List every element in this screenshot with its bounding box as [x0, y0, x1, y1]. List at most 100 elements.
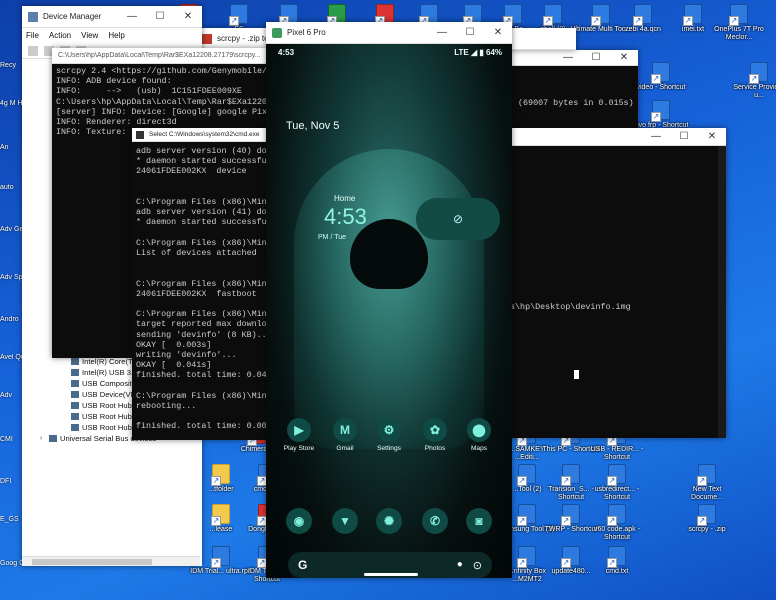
shortcut-icon — [729, 4, 748, 26]
back-icon[interactable] — [28, 45, 38, 56]
play-store-icon: ▶ — [287, 418, 311, 442]
shortcut-label: USB - REDIR... - Shortcut — [590, 446, 644, 461]
close-icon[interactable]: ✕ — [698, 131, 726, 142]
usb-device-icon — [71, 402, 79, 409]
shortcut-icon — [561, 464, 580, 486]
desktop-shortcut[interactable]: video - Shortcut — [630, 62, 692, 92]
minimize-icon[interactable]: — — [118, 11, 146, 22]
phone-mirror-window[interactable]: Pixel 6 Pro — ☐ ✕ 4:53 LTE ◢ ▮ 64% Tue, … — [266, 22, 512, 578]
desktop-edge-label[interactable]: 4g M Ha — [0, 100, 24, 108]
shortcut-icon — [517, 504, 536, 526]
shortcut-label: New Text Docume... — [691, 486, 723, 501]
scrollbar-thumb[interactable] — [32, 559, 152, 565]
shortcut-label: scrcpy - .zip — [688, 526, 726, 533]
maximize-icon[interactable]: ☐ — [670, 131, 698, 142]
app-camera[interactable]: ◙ — [456, 508, 502, 537]
cmd-titlebar[interactable]: Select C:\Windows\system32\cmd.exe — [132, 128, 268, 142]
phone-screen[interactable]: 4:53 LTE ◢ ▮ 64% Tue, Nov 5 Home 4:53 PM… — [266, 44, 512, 578]
menu-file[interactable]: File — [26, 31, 39, 40]
desktop-edge-label[interactable]: Adv Spre — [0, 274, 24, 282]
menu-action[interactable]: Action — [49, 31, 71, 40]
desktop-shortcut[interactable]: vivo frp - Shortcut — [630, 100, 692, 130]
app-gmail[interactable]: M Gmail — [322, 418, 368, 452]
phone-mirror-titlebar[interactable]: Pixel 6 Pro — ☐ ✕ — [266, 22, 512, 44]
shortcut-label: v60 code.apk - Shortcut — [594, 526, 640, 541]
wifi-pill-widget[interactable]: ⊘ — [416, 198, 500, 240]
shortcut-label: video - Shortcut — [636, 84, 686, 91]
maximize-icon[interactable]: ☐ — [146, 11, 174, 22]
app-chatgpt[interactable]: ✺ — [366, 508, 412, 537]
menu-view[interactable]: View — [81, 31, 98, 40]
console-scrollbar[interactable] — [718, 146, 726, 438]
app-brave[interactable]: ▼ — [322, 508, 368, 537]
close-icon[interactable]: ✕ — [174, 11, 202, 22]
horizontal-scrollbar[interactable] — [22, 556, 200, 566]
desktop-edge-label[interactable]: Adv — [0, 392, 24, 400]
close-icon[interactable]: ✕ — [484, 27, 512, 38]
desktop-shortcut[interactable]: New Text Docume... — [676, 464, 738, 502]
app-maps[interactable]: ⬤ Maps — [456, 418, 502, 452]
console-line: finished. total time: 0.001 — [136, 421, 268, 432]
maps-icon: ⬤ — [467, 418, 491, 442]
shortcut-icon — [651, 62, 670, 84]
shortcut-icon — [561, 504, 580, 526]
minimize-icon[interactable]: — — [554, 52, 582, 63]
desktop-edge-label[interactable]: CMI — [0, 436, 24, 444]
date-widget[interactable]: Tue, Nov 5 — [286, 120, 339, 132]
shortcut-icon — [697, 504, 716, 526]
wifi-off-icon: ⊘ — [452, 212, 464, 226]
desktop-edge-label[interactable]: Recy — [0, 62, 24, 70]
desktop-shortcut[interactable]: v60 code.apk - Shortcut — [586, 504, 648, 542]
cmd-output: adb server version (40) doe * daemon star… — [132, 142, 268, 440]
background-console-2[interactable]: — ☐ ✕ s\hp\Desktop\devinfo.img — [508, 128, 726, 438]
app-play-store[interactable]: ▶ Play Store — [276, 418, 322, 452]
settings-icon: ⚙ — [377, 418, 401, 442]
background-console-1-titlebar[interactable]: — ☐ ✕ — [508, 50, 638, 66]
desktop-shortcut[interactable]: Service Provider u... — [728, 62, 776, 100]
console-line: adb server version (41) doe — [136, 207, 268, 218]
mic-icon[interactable]: ● — [457, 559, 463, 572]
desktop-edge-label[interactable]: Goog Chrome — [0, 560, 24, 568]
desktop-edge-label[interactable]: Andro — [0, 316, 24, 324]
device-tree-label: USB Root Hub — [82, 401, 132, 410]
photos-icon: ✿ — [423, 418, 447, 442]
desktop-shortcut[interactable]: scrcpy - .zip — [676, 504, 738, 534]
scrcpy-console-titlebar[interactable]: C:\Users\hp\AppData\Local\Temp\Rar$EXa12… — [52, 48, 268, 64]
gesture-nav-bar[interactable] — [364, 573, 418, 576]
cmd-window[interactable]: Select C:\Windows\system32\cmd.exe adb s… — [132, 128, 268, 440]
app-chrome[interactable]: ◉ — [276, 508, 322, 537]
shortcut-icon — [517, 546, 536, 568]
desktop-edge-label[interactable]: auto — [0, 184, 24, 192]
device-manager-titlebar[interactable]: Device Manager — ☐ ✕ — [22, 6, 202, 28]
shortcut-icon — [375, 4, 394, 26]
camera-icon: ◙ — [466, 508, 492, 534]
cmd-icon — [136, 130, 144, 139]
desktop-shortcut[interactable]: usbredirect... - Shortcut — [586, 464, 648, 502]
minimize-icon[interactable]: — — [428, 27, 456, 38]
desktop-shortcut[interactable]: cmd.txt — [586, 546, 648, 576]
brave-icon: ▼ — [332, 508, 358, 534]
app-settings[interactable]: ⚙ Settings — [366, 418, 412, 452]
desktop-edge-label[interactable]: Avel Qual — [0, 354, 24, 362]
desktop-shortcut[interactable]: OnePlus 7T Pro Meclor... — [708, 4, 770, 42]
shortcut-icon — [749, 62, 768, 84]
background-console-2-titlebar[interactable]: — ☐ ✕ — [508, 128, 726, 146]
expand-chevron-icon[interactable]: › — [40, 433, 46, 444]
lens-icon[interactable]: ⊙ — [473, 559, 482, 572]
console-line: target reported max downloa — [136, 319, 268, 330]
desktop-edge-label[interactable]: E_GS — [0, 516, 24, 524]
clock-time[interactable]: 4:53 — [324, 204, 367, 230]
close-icon[interactable]: ✕ — [610, 52, 638, 63]
console-line: OKAY [ 0.003s] — [136, 339, 212, 350]
desktop-edge-label[interactable]: Adv Gene — [0, 226, 24, 234]
maximize-icon[interactable]: ☐ — [456, 27, 484, 38]
app-photos[interactable]: ✿ Photos — [412, 418, 458, 452]
maximize-icon[interactable]: ☐ — [582, 52, 610, 63]
app-whatsapp[interactable]: ✆ — [412, 508, 458, 537]
desktop-edge-label[interactable]: An — [0, 144, 24, 152]
minimize-icon[interactable]: — — [642, 131, 670, 142]
desktop-edge-label[interactable]: DFI — [0, 478, 24, 486]
device-manager-title: Device Manager — [43, 12, 102, 21]
menu-help[interactable]: Help — [108, 31, 124, 40]
